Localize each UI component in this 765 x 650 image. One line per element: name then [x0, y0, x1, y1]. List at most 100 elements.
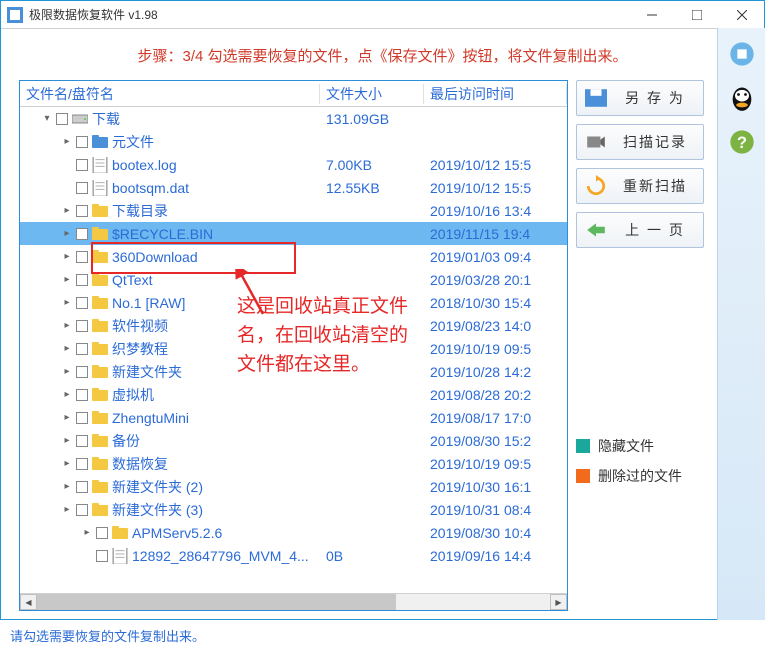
- h-scrollbar[interactable]: ◀ ▶: [20, 593, 567, 610]
- expand-toggle[interactable]: ▸: [60, 343, 74, 354]
- checkbox[interactable]: [76, 458, 88, 470]
- file-date: 2019/08/28 20:2: [424, 387, 567, 403]
- tool-icon-1[interactable]: [728, 40, 756, 68]
- rescan-button[interactable]: 重新扫描: [576, 168, 704, 204]
- folder-icon: [92, 296, 108, 310]
- expand-toggle[interactable]: ▸: [60, 297, 74, 308]
- scan-log-button[interactable]: 扫描记录: [576, 124, 704, 160]
- file-date: 2019/08/23 14:0: [424, 318, 567, 334]
- app-window: 极限数据恢复软件 v1.98 步骤：3/4 勾选需要恢复的文件，点《保存文件》按…: [0, 0, 765, 620]
- legend-deleted: 删除过的文件: [576, 466, 704, 486]
- file-name: 备份: [112, 431, 140, 451]
- save-as-button[interactable]: 另 存 为: [576, 80, 704, 116]
- file-row[interactable]: ▸ZhengtuMini2019/08/17 17:0: [20, 406, 567, 429]
- expand-toggle[interactable]: ▸: [60, 274, 74, 285]
- file-row[interactable]: ▸QtText2019/03/28 20:1: [20, 268, 567, 291]
- window-body: 步骤：3/4 勾选需要恢复的文件，点《保存文件》按钮，将文件复制出来。 文件名/…: [1, 29, 764, 619]
- scroll-left-button[interactable]: ◀: [20, 594, 37, 610]
- file-row[interactable]: ▸新建文件夹 (3)2019/10/31 08:4: [20, 498, 567, 521]
- maximize-button[interactable]: [674, 1, 719, 29]
- file-name: 元文件: [112, 132, 154, 152]
- checkbox[interactable]: [76, 205, 88, 217]
- checkbox[interactable]: [56, 113, 68, 125]
- expand-toggle[interactable]: ▸: [60, 389, 74, 400]
- checkbox[interactable]: [76, 297, 88, 309]
- expand-toggle[interactable]: ▸: [60, 320, 74, 331]
- checkbox[interactable]: [76, 274, 88, 286]
- file-row[interactable]: ▸APMServ5.2.62019/08/30 10:4: [20, 521, 567, 544]
- file-name: $RECYCLE.BIN: [112, 226, 213, 242]
- file-tree[interactable]: ▾下载131.09GB ▸ 元文件bootex.log7.00KB2019/10/1…: [20, 107, 567, 593]
- expand-toggle[interactable]: ▸: [60, 412, 74, 423]
- col-date-header[interactable]: 最后访问时间: [424, 84, 567, 104]
- scroll-track[interactable]: [37, 594, 550, 610]
- expand-toggle[interactable]: ▸: [60, 366, 74, 377]
- col-name-header[interactable]: 文件名/盘符名: [20, 84, 320, 104]
- checkbox[interactable]: [76, 343, 88, 355]
- file-row[interactable]: ▸新建文件夹 (2)2019/10/30 16:1: [20, 475, 567, 498]
- close-button[interactable]: [719, 1, 764, 29]
- file-row[interactable]: 12892_28647796_MVM_4...0B2019/09/16 14:4: [20, 544, 567, 567]
- file-row[interactable]: ▸ 软件视频 2019/08/23 14:0: [20, 314, 567, 337]
- scroll-thumb[interactable]: [37, 594, 396, 610]
- checkbox[interactable]: [76, 412, 88, 424]
- checkbox[interactable]: [76, 320, 88, 332]
- file-row[interactable]: ▸No.1 [RAW]2018/10/30 15:4: [20, 291, 567, 314]
- window-buttons: [629, 1, 764, 29]
- folder-icon: [92, 250, 108, 264]
- file-row[interactable]: ▾下载131.09GB: [20, 107, 567, 130]
- file-row[interactable]: ▸360Download2019/01/03 09:4: [20, 245, 567, 268]
- scan-log-label: 扫描记录: [615, 132, 695, 152]
- checkbox[interactable]: [96, 527, 108, 539]
- file-row[interactable]: bootsqm.dat12.55KB2019/10/12 15:5: [20, 176, 567, 199]
- expand-toggle[interactable]: ▸: [60, 205, 74, 216]
- expand-toggle[interactable]: ▸: [60, 481, 74, 492]
- checkbox[interactable]: [76, 182, 88, 194]
- save-as-label: 另 存 为: [615, 88, 695, 108]
- scroll-right-button[interactable]: ▶: [550, 594, 567, 610]
- help-icon[interactable]: ?: [728, 128, 756, 156]
- checkbox[interactable]: [76, 136, 88, 148]
- col-size-header[interactable]: 文件大小: [320, 84, 424, 104]
- file-row[interactable]: bootex.log7.00KB2019/10/12 15:5: [20, 153, 567, 176]
- file-row[interactable]: ▸数据恢复2019/10/19 09:5: [20, 452, 567, 475]
- folder-icon: [92, 480, 108, 494]
- checkbox[interactable]: [76, 228, 88, 240]
- checkbox[interactable]: [76, 481, 88, 493]
- checkbox[interactable]: [76, 389, 88, 401]
- checkbox[interactable]: [76, 159, 88, 171]
- checkbox[interactable]: [76, 251, 88, 263]
- refresh-icon: [585, 176, 607, 196]
- expand-toggle[interactable]: ▸: [60, 458, 74, 469]
- file-name: 12892_28647796_MVM_4...: [132, 548, 309, 564]
- checkbox[interactable]: [76, 366, 88, 378]
- file-row[interactable]: ▸新建文件夹2019/10/28 14:2: [20, 360, 567, 383]
- file-row[interactable]: ▸ 元文件: [20, 130, 567, 153]
- folder-icon: [92, 319, 108, 333]
- file-row[interactable]: ▸虚拟机2019/08/28 20:2: [20, 383, 567, 406]
- file-date: 2019/11/15 19:4: [424, 226, 567, 242]
- expand-toggle[interactable]: ▾: [40, 113, 54, 124]
- window-title: 极限数据恢复软件 v1.98: [29, 6, 629, 23]
- file-date: 2019/10/12 15:5: [424, 180, 567, 196]
- legend-hidden: 隐藏文件: [576, 436, 704, 456]
- minimize-button[interactable]: [629, 1, 674, 29]
- expand-toggle[interactable]: ▸: [60, 504, 74, 515]
- prev-page-button[interactable]: 上 一 页: [576, 212, 704, 248]
- expand-toggle[interactable]: ▸: [60, 435, 74, 446]
- checkbox[interactable]: [76, 504, 88, 516]
- expand-toggle[interactable]: ▸: [60, 228, 74, 239]
- folder-icon: [92, 503, 108, 517]
- file-row[interactable]: ▸ $RECYCLE.BIN 2019/11/15 19:4: [20, 222, 567, 245]
- expand-toggle[interactable]: ▸: [80, 527, 94, 538]
- checkbox[interactable]: [96, 550, 108, 562]
- qq-icon[interactable]: [728, 84, 756, 112]
- expand-toggle[interactable]: ▸: [60, 136, 74, 147]
- expand-toggle[interactable]: ▸: [60, 251, 74, 262]
- folder-icon: [92, 434, 108, 448]
- file-row[interactable]: ▸织梦教程2019/10/19 09:5: [20, 337, 567, 360]
- checkbox[interactable]: [76, 435, 88, 447]
- file-name: 软件视频: [112, 316, 168, 336]
- file-row[interactable]: ▸下载目录2019/10/16 13:4: [20, 199, 567, 222]
- file-row[interactable]: ▸备份2019/08/30 15:2: [20, 429, 567, 452]
